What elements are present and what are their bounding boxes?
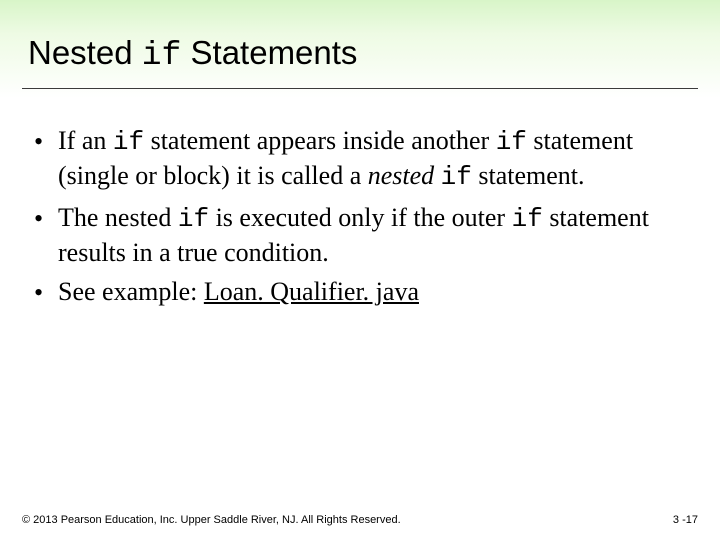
footer-copyright: © 2013 Pearson Education, Inc. Upper Sad… <box>22 514 401 526</box>
code-run: if <box>178 204 209 234</box>
italic-run: nested <box>368 161 434 190</box>
example-link[interactable]: Loan. Qualifier. java <box>204 277 419 306</box>
text-run: If an <box>58 126 113 155</box>
text-run: statement appears inside another <box>144 126 496 155</box>
code-run: if <box>512 204 543 234</box>
title-text-pre: Nested <box>28 34 142 71</box>
code-run: if <box>496 127 527 157</box>
text-run: statement. <box>472 161 585 190</box>
text-run: is executed only if the outer <box>209 203 512 232</box>
title-text-post: Statements <box>181 34 357 71</box>
code-run: if <box>113 127 144 157</box>
text-run: The nested <box>58 203 178 232</box>
bullet-text: See example: Loan. Qualifier. java <box>58 275 684 308</box>
slide: Nested if Statements • If an if statemen… <box>0 0 720 540</box>
title-underline <box>22 88 698 89</box>
bullet-item: • The nested if is executed only if the … <box>34 201 684 270</box>
bullet-item: • See example: Loan. Qualifier. java <box>34 275 684 309</box>
bullet-item: • If an if statement appears inside anot… <box>34 124 684 195</box>
body-content: • If an if statement appears inside anot… <box>34 124 684 315</box>
title-code: if <box>142 37 182 74</box>
footer-page-number: 3 -17 <box>673 514 698 526</box>
text-run: See example: <box>58 277 204 306</box>
bullet-text: The nested if is executed only if the ou… <box>58 201 684 270</box>
bullet-dot: • <box>34 275 58 309</box>
bullet-dot: • <box>34 124 58 158</box>
bullet-dot: • <box>34 201 58 235</box>
code-run: if <box>441 162 472 192</box>
bullet-text: If an if statement appears inside anothe… <box>58 124 684 195</box>
slide-title: Nested if Statements <box>28 34 357 74</box>
